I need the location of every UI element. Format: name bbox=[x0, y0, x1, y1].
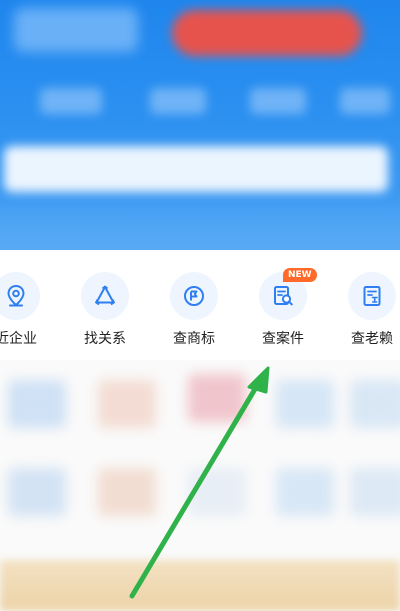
header-fade bbox=[0, 200, 400, 250]
blurred-content-area bbox=[0, 360, 400, 611]
menu-item-case-search[interactable]: NEW 查案件 bbox=[247, 268, 319, 352]
blurred-cta-button bbox=[172, 10, 362, 56]
blurred-card bbox=[276, 380, 334, 428]
menu-item-find-relations[interactable]: 找关系 bbox=[69, 272, 141, 352]
relation-triangle-icon bbox=[81, 272, 129, 320]
blurred-card bbox=[98, 380, 156, 428]
blurred-card bbox=[350, 380, 400, 428]
menu-item-nearby-companies[interactable]: 近企业 bbox=[0, 272, 52, 352]
blurred-card bbox=[8, 380, 66, 428]
new-badge: NEW bbox=[283, 268, 317, 282]
blurred-card bbox=[8, 468, 66, 516]
quick-menu-row: 近企业 找关系 查商标 NEW 查案件 查老赖 bbox=[0, 250, 400, 360]
map-pin-icon bbox=[0, 272, 40, 320]
menu-label: 近企业 bbox=[0, 331, 37, 347]
blurred-tab bbox=[40, 88, 102, 114]
menu-label: 查商标 bbox=[173, 331, 215, 347]
blurred-card bbox=[276, 468, 334, 516]
trademark-icon bbox=[170, 272, 218, 320]
debtor-doc-icon bbox=[348, 272, 396, 320]
blurred-banner bbox=[0, 560, 400, 611]
blurred-tab bbox=[250, 88, 306, 114]
menu-item-trademark-search[interactable]: 查商标 bbox=[158, 272, 230, 352]
menu-item-debtor-search[interactable]: 查老赖 bbox=[336, 272, 400, 352]
blurred-search-bar bbox=[4, 146, 388, 192]
blurred-tab bbox=[150, 88, 206, 114]
app-screen: 近企业 找关系 查商标 NEW 查案件 查老赖 bbox=[0, 0, 400, 611]
menu-label: 查案件 bbox=[262, 331, 304, 347]
menu-label: 找关系 bbox=[84, 331, 126, 347]
blurred-logo bbox=[14, 8, 138, 52]
blurred-card bbox=[350, 468, 400, 516]
menu-label: 查老赖 bbox=[351, 331, 393, 347]
blurred-card bbox=[98, 468, 156, 516]
blurred-card bbox=[188, 468, 246, 516]
blurred-tab bbox=[340, 88, 390, 114]
blurred-card bbox=[188, 374, 246, 422]
blurred-header bbox=[0, 0, 400, 250]
